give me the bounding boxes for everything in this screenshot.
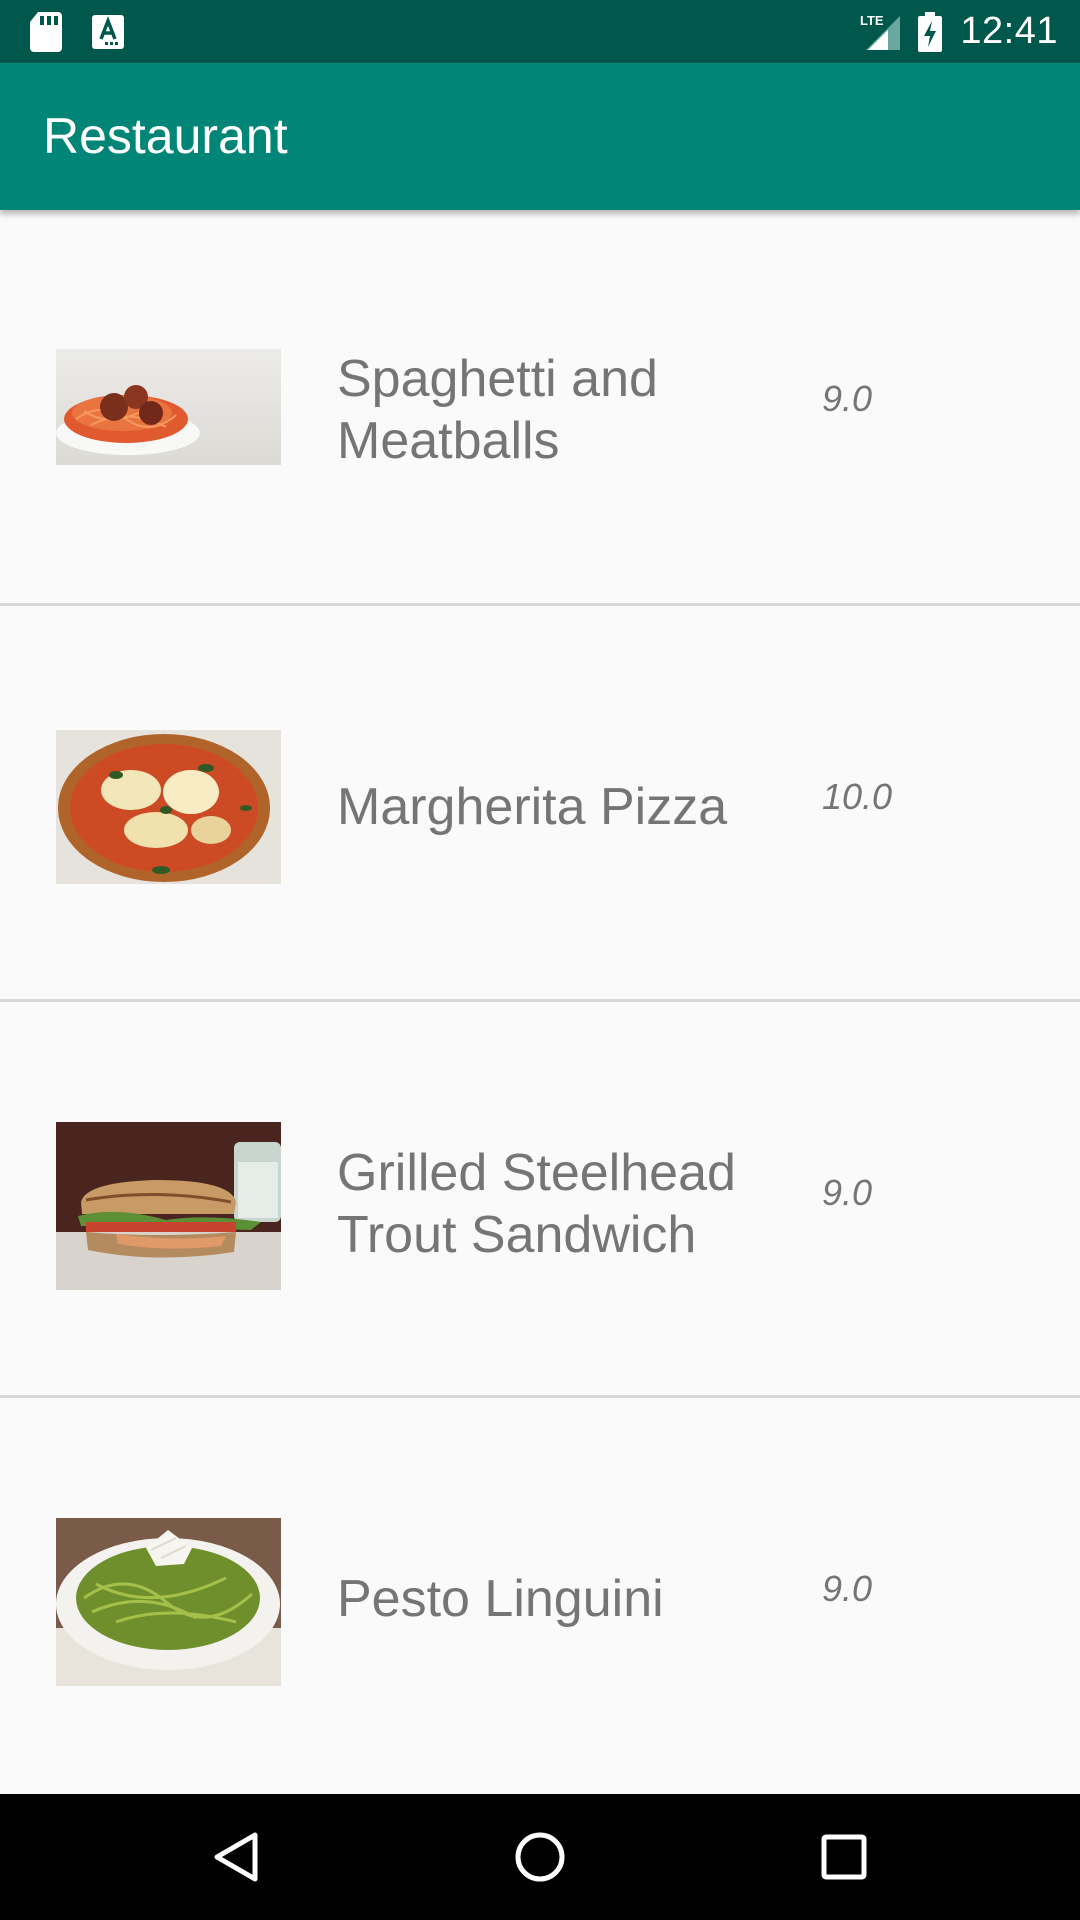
menu-item-name: Margherita Pizza <box>337 778 728 836</box>
app-title: Restaurant <box>43 108 288 164</box>
menu-item-row[interactable]: Pesto Linguini 9.0 <box>0 1398 1080 1794</box>
recents-icon <box>821 1834 867 1880</box>
lte-signal-icon: LTE <box>860 13 901 50</box>
menu-item-name: Pesto Linguini <box>337 1570 664 1628</box>
home-icon <box>515 1832 565 1882</box>
recents-button[interactable] <box>774 1794 914 1920</box>
autofill-app-icon <box>92 15 124 49</box>
home-button[interactable] <box>470 1794 610 1920</box>
network-label: LTE <box>860 13 884 28</box>
menu-item-row[interactable]: Grilled Steelhead Trout Sandwich 9.0 <box>0 1002 1080 1398</box>
trout-sandwich-photo <box>56 1122 281 1290</box>
app-bar: Restaurant <box>0 63 1080 210</box>
battery-charging-icon <box>918 11 943 52</box>
sd-card-icon <box>30 12 62 52</box>
menu-item-price: 9.0 <box>822 378 873 419</box>
menu-item-price: 9.0 <box>822 1172 873 1213</box>
spaghetti-meatballs-photo <box>56 349 281 465</box>
back-icon <box>214 1832 258 1882</box>
menu-item-row[interactable]: Margherita Pizza 10.0 <box>0 606 1080 1002</box>
menu-item-name: Spaghetti and Meatballs <box>337 350 658 470</box>
menu-list[interactable]: Spaghetti and Meatballs 9.0 Margherita P… <box>0 210 1080 1794</box>
navigation-bar <box>0 1794 1080 1920</box>
menu-item-row[interactable]: Spaghetti and Meatballs 9.0 <box>0 210 1080 606</box>
back-button[interactable] <box>166 1794 306 1920</box>
margherita-pizza-photo <box>56 730 281 884</box>
menu-item-price: 10.0 <box>822 776 893 817</box>
menu-item-name: Grilled Steelhead Trout Sandwich <box>337 1144 736 1264</box>
clock: 12:41 <box>960 10 1058 52</box>
status-bar: LTE 12:41 <box>0 0 1080 63</box>
menu-item-price: 9.0 <box>822 1568 873 1609</box>
pesto-linguini-photo <box>56 1518 281 1686</box>
